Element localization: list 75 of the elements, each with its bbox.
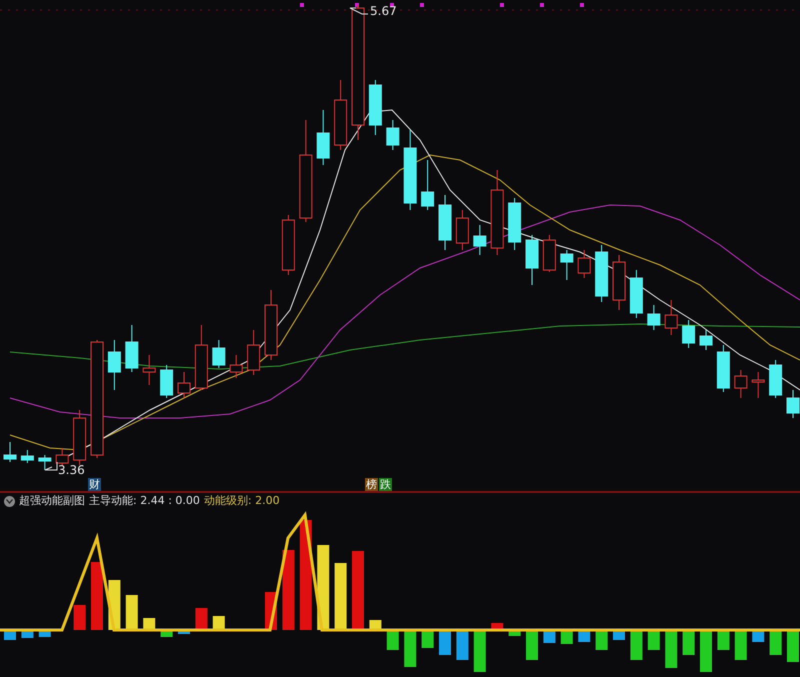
momentum-bar [630, 630, 642, 660]
momentum-bar [770, 630, 782, 655]
candlestick [700, 330, 712, 350]
momentum-bar [700, 630, 712, 672]
indicator-title: 超强动能副图 [19, 494, 85, 508]
momentum-bar [143, 618, 156, 630]
candlestick [612, 254, 626, 310]
candlestick [595, 244, 608, 302]
momentum-bar [91, 562, 103, 630]
momentum-bar [787, 630, 799, 662]
momentum-bar [195, 608, 208, 630]
candlestick [560, 250, 574, 280]
candlestick [578, 250, 591, 278]
candlestick [20, 450, 34, 464]
candlestick [160, 364, 174, 398]
candlestick [664, 300, 678, 336]
momentum-bar [682, 630, 695, 655]
momentum-bar [456, 630, 468, 660]
candlestick [247, 330, 260, 376]
momentum-bar [334, 563, 347, 630]
momentum-bar [404, 630, 416, 667]
candlestick [473, 224, 486, 256]
momentum-bar [439, 630, 451, 655]
candlestick [212, 340, 226, 368]
candlestick [230, 354, 243, 378]
candlestick [178, 372, 190, 398]
momentum-bar [665, 630, 678, 668]
momentum-bar [126, 595, 138, 630]
momentum-bar [212, 616, 225, 630]
low-price-label: 3.36 [58, 464, 85, 476]
chart-marker: 跌 [379, 478, 392, 491]
candlestick [142, 354, 156, 386]
candlestick [108, 340, 121, 390]
candlestick [282, 214, 295, 276]
chart-marker: 财 [88, 478, 101, 491]
candlestick [368, 80, 382, 136]
collapse-icon[interactable] [4, 496, 15, 506]
high-price-label: 5.67 [370, 5, 397, 17]
candlestick [526, 234, 538, 286]
candlestick [316, 110, 330, 166]
momentum-bar [386, 630, 399, 650]
candlestick [4, 442, 16, 462]
candlestick [630, 270, 643, 318]
momentum-bar [648, 630, 660, 650]
momentum-bar [74, 605, 86, 630]
candlestick [542, 234, 556, 272]
candlestick [508, 198, 522, 250]
candlestick [264, 290, 278, 360]
candlestick [456, 210, 469, 250]
momentum-bar [717, 630, 730, 650]
candlestick [716, 344, 730, 392]
candlestick [786, 390, 800, 418]
candlestick [734, 370, 748, 398]
candlestick [769, 360, 782, 398]
momentum-bar [734, 630, 747, 660]
chart-marker: 榜 [365, 478, 378, 491]
candlestick [334, 80, 348, 150]
candlestick [56, 448, 69, 466]
candlestick [73, 410, 86, 466]
indicator-reading: 主导动能: 2.44 : 0.00 [89, 494, 200, 508]
candlestick [194, 324, 208, 390]
candlestick [752, 372, 765, 398]
momentum-bar [369, 620, 382, 630]
momentum-bar [178, 630, 190, 634]
candlestick [647, 304, 660, 330]
candlestick [38, 454, 52, 470]
candlestick [386, 120, 400, 150]
momentum-bar [526, 630, 538, 660]
indicator-level-reading: 动能级别: 2.00 [204, 494, 280, 508]
candlestick [682, 320, 696, 348]
candlestick [125, 324, 138, 372]
momentum-bar [596, 630, 608, 650]
candlestick [421, 160, 434, 210]
candlestick [438, 194, 452, 250]
momentum-bar [474, 630, 486, 672]
